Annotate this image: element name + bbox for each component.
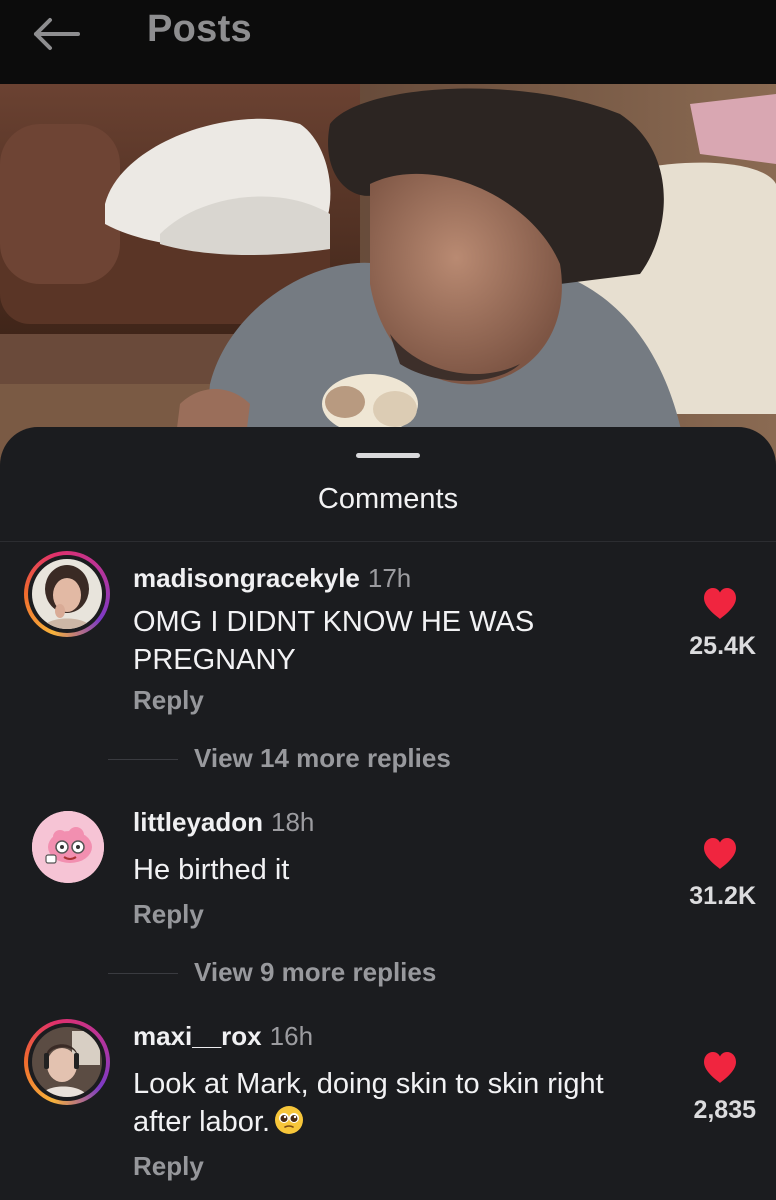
reply-button[interactable]: Reply: [133, 1151, 204, 1182]
comment-text: OMG I DIDNT KNOW HE WAS PREGNANY: [133, 606, 535, 676]
avatar[interactable]: [32, 811, 104, 883]
view-replies-button[interactable]: View 9 more replies: [0, 953, 776, 993]
pleading-face-emoji-icon: [275, 1106, 304, 1134]
reply-button[interactable]: Reply: [133, 899, 204, 930]
avatar-photo-icon: [32, 559, 102, 629]
top-bar: Posts: [0, 0, 776, 84]
view-replies-label[interactable]: View 9 more replies: [194, 957, 436, 988]
comments-title: Comments: [317, 483, 459, 515]
comment-username[interactable]: maxi__rox: [133, 1021, 262, 1051]
avatar-cartoon-icon: [32, 811, 104, 883]
heart-icon[interactable]: [702, 587, 738, 620]
comment-text-body: Look at Mark, doing skin to skin right a…: [133, 1068, 604, 1138]
post-photo[interactable]: [0, 84, 776, 484]
thread-line: [108, 759, 178, 760]
comment-text: He birthed it: [133, 854, 290, 886]
avatar-photo-icon: [32, 1027, 102, 1097]
thread-line: [108, 973, 178, 974]
comment-text: Look at Mark, doing skin to skin right a…: [133, 1065, 633, 1141]
page-title: Posts: [147, 8, 252, 50]
reply-button[interactable]: Reply: [133, 685, 204, 716]
heart-icon[interactable]: [702, 1051, 738, 1084]
drag-handle[interactable]: [356, 453, 420, 458]
arrow-left-icon[interactable]: [30, 14, 82, 54]
comment-timestamp: 16h: [269, 1021, 314, 1051]
comments-sheet: Comments madisongracekyle 17h OMG I DIDNT…: [0, 427, 776, 1200]
like-count: 31.2K: [689, 882, 756, 910]
heart-icon[interactable]: [702, 837, 738, 870]
comment-username[interactable]: littleyadon: [133, 807, 263, 837]
comment-username[interactable]: madisongracekyle: [133, 563, 360, 593]
like-count: 25.4K: [689, 632, 756, 660]
avatar[interactable]: [24, 551, 110, 637]
comment-timestamp: 17h: [367, 563, 412, 593]
like-count: 2,835: [693, 1096, 756, 1124]
view-replies-label[interactable]: View 14 more replies: [194, 743, 451, 774]
avatar[interactable]: [24, 1019, 110, 1105]
view-replies-button[interactable]: View 14 more replies: [0, 739, 776, 779]
comment-timestamp: 18h: [271, 807, 315, 837]
divider: [0, 541, 776, 542]
